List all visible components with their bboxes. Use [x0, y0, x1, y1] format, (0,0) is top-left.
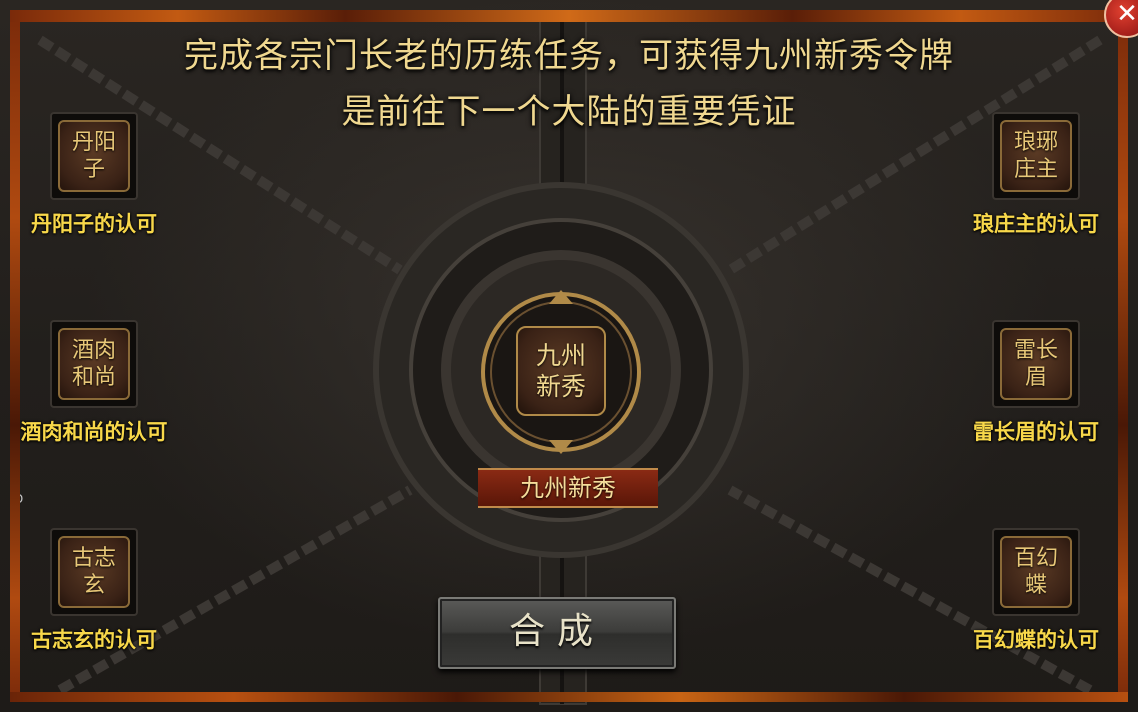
elder-tile[interactable]: 古志玄	[50, 528, 138, 616]
elder-label: 百幻蝶的认可	[973, 628, 1099, 652]
elder-tile[interactable]: 百幻蝶	[992, 528, 1080, 616]
elder-label: 酒肉和尚的认可	[20, 420, 168, 444]
elder-tile-text: 酒肉和尚	[58, 328, 130, 400]
elder-tile[interactable]: 酒肉和尚	[50, 320, 138, 408]
elder-tile-text: 琅琊庄主	[1000, 120, 1072, 192]
elder-lei-changmei[interactable]: 雷长眉 雷长眉的认可	[946, 320, 1126, 446]
elder-approval-panel: 完成各宗门长老的历练任务，可获得九州新秀令牌 是前往下一个大陆的重要凭证 丹阳子…	[0, 0, 1138, 712]
elder-jiurou-heshang[interactable]: 酒肉和尚 酒肉和尚的认可	[4, 320, 184, 446]
elder-tile-text: 百幻蝶	[1000, 536, 1072, 608]
combine-button[interactable]: 合成	[438, 597, 676, 669]
elder-label: 丹阳子的认可	[31, 212, 157, 236]
elder-langya-zhuangzhu[interactable]: 琅琊庄主 琅庄主的认可	[946, 112, 1126, 238]
task-description-line1: 完成各宗门长老的历练任务，可获得九州新秀令牌	[184, 36, 954, 76]
jiuzhou-token-banner: 九州新秀	[478, 468, 658, 508]
jiuzhou-token-emblem[interactable]: 九州新秀	[516, 326, 606, 416]
elder-tile-text: 丹阳子	[58, 120, 130, 192]
elder-tile[interactable]: 琅琊庄主	[992, 112, 1080, 200]
elder-label: 古志玄的认可	[31, 628, 157, 652]
elder-tile[interactable]: 雷长眉	[992, 320, 1080, 408]
elder-tile[interactable]: 丹阳子	[50, 112, 138, 200]
elder-label: 雷长眉的认可	[973, 420, 1099, 444]
elder-baihuandie[interactable]: 百幻蝶 百幻蝶的认可	[946, 528, 1126, 654]
elder-tile-text: 雷长眉	[1000, 328, 1072, 400]
elder-danyangzi[interactable]: 丹阳子 丹阳子的认可	[4, 112, 184, 238]
elder-guzhixuan[interactable]: 古志玄 古志玄的认可	[4, 528, 184, 654]
elder-label: 琅庄主的认可	[973, 212, 1099, 236]
stray-text: D	[14, 492, 24, 506]
elder-tile-text: 古志玄	[58, 536, 130, 608]
